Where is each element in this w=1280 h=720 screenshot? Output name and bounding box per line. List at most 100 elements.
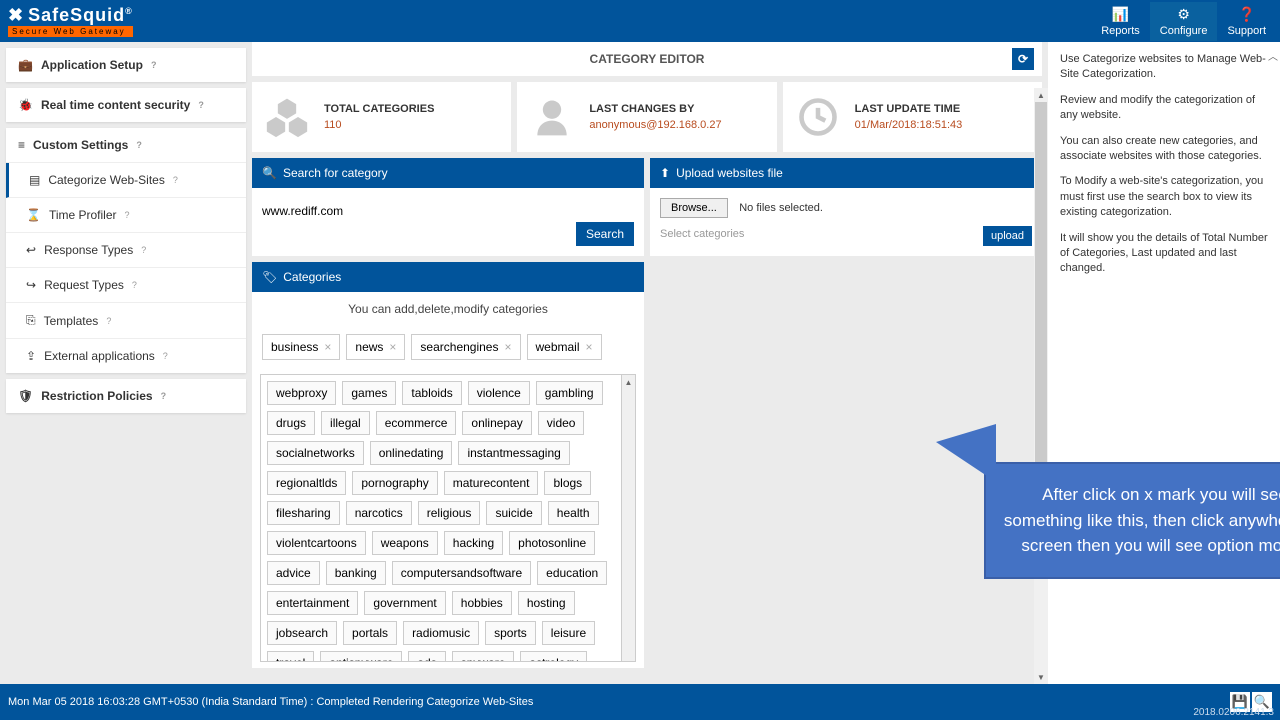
top-nav: 📊Reports ⚙Configure ❓Support (1091, 2, 1276, 41)
category-item[interactable]: onlinepay (462, 411, 531, 435)
help-icon: ? (106, 316, 111, 326)
help-panel: ︿ Use Categorize websites to Manage Web-… (1048, 42, 1280, 684)
category-item[interactable]: violentcartoons (267, 531, 366, 555)
stat-total: TOTAL CATEGORIES110 (252, 82, 511, 152)
category-item[interactable]: weapons (372, 531, 438, 555)
category-item[interactable]: astrology (520, 651, 587, 662)
file-status: No files selected. (739, 202, 823, 214)
sidebar-resp[interactable]: ↩Response Types? (6, 233, 246, 268)
category-item[interactable]: drugs (267, 411, 315, 435)
category-item[interactable]: gambling (536, 381, 603, 405)
category-item[interactable]: ecommerce (376, 411, 457, 435)
logo-icon: ✖ (8, 5, 24, 26)
category-item[interactable]: travel (267, 651, 314, 662)
sidebar-restriction[interactable]: 🛡Restriction Policies? (6, 379, 246, 413)
category-item[interactable]: banking (326, 561, 386, 585)
category-item[interactable]: advice (267, 561, 320, 585)
nav-configure[interactable]: ⚙Configure (1150, 2, 1218, 41)
arrow-left-icon: ↩ (26, 243, 36, 257)
category-item[interactable]: onlinedating (370, 441, 453, 465)
category-item[interactable]: health (548, 501, 599, 525)
category-item[interactable]: filesharing (267, 501, 340, 525)
category-scrollbar[interactable]: ▲ (621, 375, 635, 661)
select-categories-placeholder: Select categories (660, 228, 1032, 240)
upload-button[interactable]: upload (983, 226, 1032, 246)
category-item[interactable]: games (342, 381, 396, 405)
briefcase-icon: 💼 (18, 58, 33, 72)
category-item[interactable]: portals (343, 621, 397, 645)
category-item[interactable]: jobsearch (267, 621, 337, 645)
scroll-up-icon[interactable]: ▲ (1034, 88, 1048, 102)
category-item[interactable]: narcotics (346, 501, 412, 525)
refresh-button[interactable]: ⟳ (1012, 48, 1034, 70)
remove-tag-icon[interactable]: × (324, 340, 331, 354)
main-scrollbar[interactable]: ▲ ▼ (1034, 88, 1048, 684)
category-item[interactable]: religious (418, 501, 481, 525)
category-item[interactable]: socialnetworks (267, 441, 364, 465)
category-item[interactable]: violence (468, 381, 530, 405)
nav-reports[interactable]: 📊Reports (1091, 2, 1150, 41)
remove-tag-icon[interactable]: × (504, 340, 511, 354)
scroll-up-icon[interactable]: ▲ (622, 375, 635, 389)
search-input[interactable] (262, 198, 634, 224)
scroll-thumb[interactable] (1035, 102, 1047, 482)
category-item[interactable]: education (537, 561, 607, 585)
sidebar-rtcs[interactable]: 🐞Real time content security? (6, 88, 246, 122)
sidebar: 💼Application Setup? 🐞Real time content s… (0, 42, 252, 684)
remove-tag-icon[interactable]: × (389, 340, 396, 354)
nav-support[interactable]: ❓Support (1217, 2, 1276, 41)
category-item[interactable]: hobbies (452, 591, 512, 615)
search-button[interactable]: Search (576, 222, 634, 246)
selected-categories: business×news×searchengines×webmail× (252, 326, 644, 368)
sidebar-categorize[interactable]: ▤Categorize Web-Sites? (6, 163, 246, 198)
help-icon: ❓ (1227, 6, 1266, 23)
search-icon: 🔍 (262, 166, 277, 180)
category-item[interactable]: blogs (544, 471, 591, 495)
category-item[interactable]: maturecontent (444, 471, 539, 495)
collapse-icon[interactable]: ︿ (1268, 48, 1278, 63)
sidebar-templates[interactable]: ⎘Templates? (6, 303, 246, 339)
browse-button[interactable]: Browse... (660, 198, 728, 218)
share-icon: ⇪ (26, 349, 36, 363)
sliders-icon: ≡ (18, 138, 25, 152)
category-item[interactable]: regionaltlds (267, 471, 346, 495)
sidebar-custom[interactable]: ≡Custom Settings? (6, 128, 246, 163)
hourglass-icon: ⌛ (26, 208, 41, 222)
category-item[interactable]: photosonline (509, 531, 595, 555)
sidebar-time[interactable]: ⌛Time Profiler? (6, 198, 246, 233)
category-item[interactable]: pornography (352, 471, 437, 495)
category-item[interactable]: sports (485, 621, 536, 645)
remove-tag-icon[interactable]: × (586, 340, 593, 354)
tutorial-callout: After click on x mark you will see somet… (984, 462, 1280, 579)
category-item[interactable]: illegal (321, 411, 370, 435)
arrow-right-icon: ↪ (26, 278, 36, 292)
category-item[interactable]: webproxy (267, 381, 336, 405)
sidebar-req[interactable]: ↪Request Types? (6, 268, 246, 303)
category-item[interactable]: computersandsoftware (392, 561, 531, 585)
help-icon: ? (132, 280, 137, 290)
category-item[interactable]: hosting (518, 591, 575, 615)
help-icon: ? (141, 245, 146, 255)
category-item[interactable]: suicide (486, 501, 541, 525)
scroll-down-icon[interactable]: ▼ (1034, 670, 1048, 684)
category-item[interactable]: video (538, 411, 585, 435)
list-icon: ▤ (29, 173, 40, 187)
categories-panel: 🏷Categories You can add,delete,modify ca… (252, 262, 644, 668)
selected-category-tag: webmail× (527, 334, 602, 360)
tags-icon: 🏷 (262, 270, 277, 284)
category-item[interactable]: instantmessaging (458, 441, 569, 465)
sidebar-app-setup[interactable]: 💼Application Setup? (6, 48, 246, 82)
selected-category-tag: news× (346, 334, 405, 360)
category-item[interactable]: ads (408, 651, 445, 662)
category-item[interactable]: hacking (444, 531, 503, 555)
category-item[interactable]: government (364, 591, 445, 615)
category-item[interactable]: antispyware (320, 651, 402, 662)
category-item[interactable]: tabloids (402, 381, 461, 405)
category-item[interactable]: spyware (452, 651, 515, 662)
sidebar-external[interactable]: ⇪External applications? (6, 339, 246, 373)
categories-hint: You can add,delete,modify categories (252, 292, 644, 326)
category-item[interactable]: entertainment (267, 591, 358, 615)
help-icon: ? (198, 100, 204, 110)
category-item[interactable]: radiomusic (403, 621, 479, 645)
category-item[interactable]: leisure (542, 621, 595, 645)
